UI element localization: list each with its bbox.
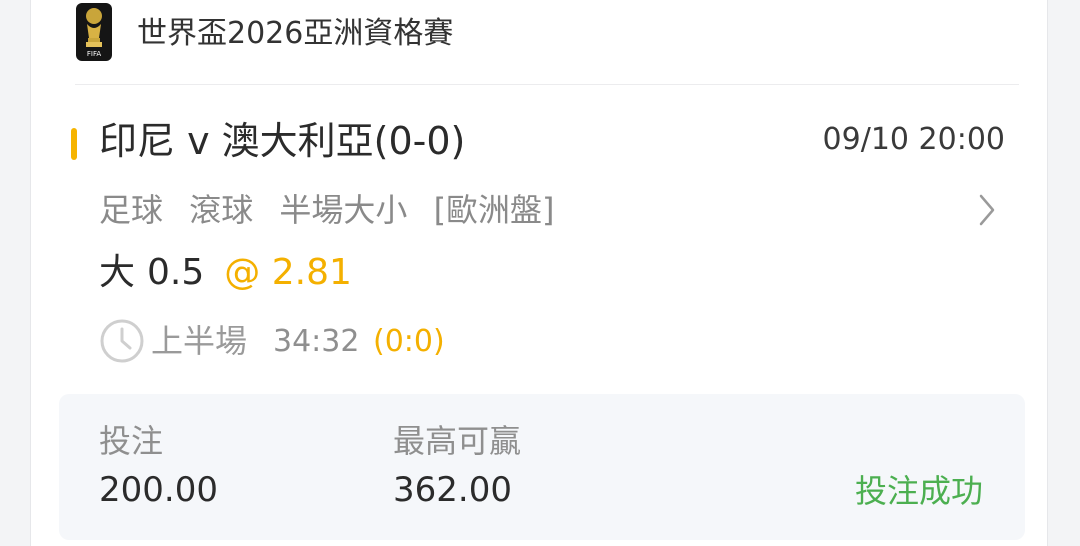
- league-name: 世界盃2026亞洲資格賽: [137, 16, 454, 51]
- selection-line: 0.5: [147, 252, 205, 293]
- market-info: 足球 滾球 半場大小 [歐洲盤]: [99, 188, 571, 232]
- svg-text:FIFA: FIFA: [87, 50, 101, 58]
- bet-summary: 投注 200.00 最高可贏 362.00 投注成功: [59, 394, 1025, 540]
- fifa-world-cup-logo-icon: FIFA: [76, 3, 112, 61]
- selection-name: 大: [99, 252, 136, 293]
- live-period: 上半場: [151, 322, 248, 360]
- bet-status: 投注成功: [854, 472, 983, 510]
- match-accent-bar: [71, 128, 77, 160]
- max-win-value: 362.00: [393, 470, 512, 510]
- stake-label: 投注: [99, 422, 164, 460]
- stake-value: 200.00: [99, 470, 218, 510]
- league-header: FIFA 世界盃2026亞洲資格賽: [75, 0, 1019, 85]
- chevron-right-icon[interactable]: [975, 192, 999, 228]
- selection-odds: @ 2.81: [224, 252, 352, 293]
- market-sport: 足球: [99, 191, 164, 229]
- match-title: 印尼 v 澳大利亞(0-0): [99, 119, 466, 163]
- match-datetime: 09/10 20:00: [822, 122, 1005, 157]
- max-win-label: 最高可贏: [393, 422, 522, 460]
- live-clock: 34:32: [273, 324, 360, 359]
- clock-icon: [100, 319, 144, 363]
- market-type: 半場大小: [279, 191, 408, 229]
- market-odds-format: [歐洲盤]: [433, 191, 555, 229]
- bet-selection: 大 0.5 @ 2.81: [99, 250, 352, 296]
- market-mode: 滾球: [189, 191, 254, 229]
- bet-card: FIFA 世界盃2026亞洲資格賽 印尼 v 澳大利亞(0-0) 09/10 2…: [30, 0, 1048, 546]
- live-score: (0:0): [373, 324, 445, 359]
